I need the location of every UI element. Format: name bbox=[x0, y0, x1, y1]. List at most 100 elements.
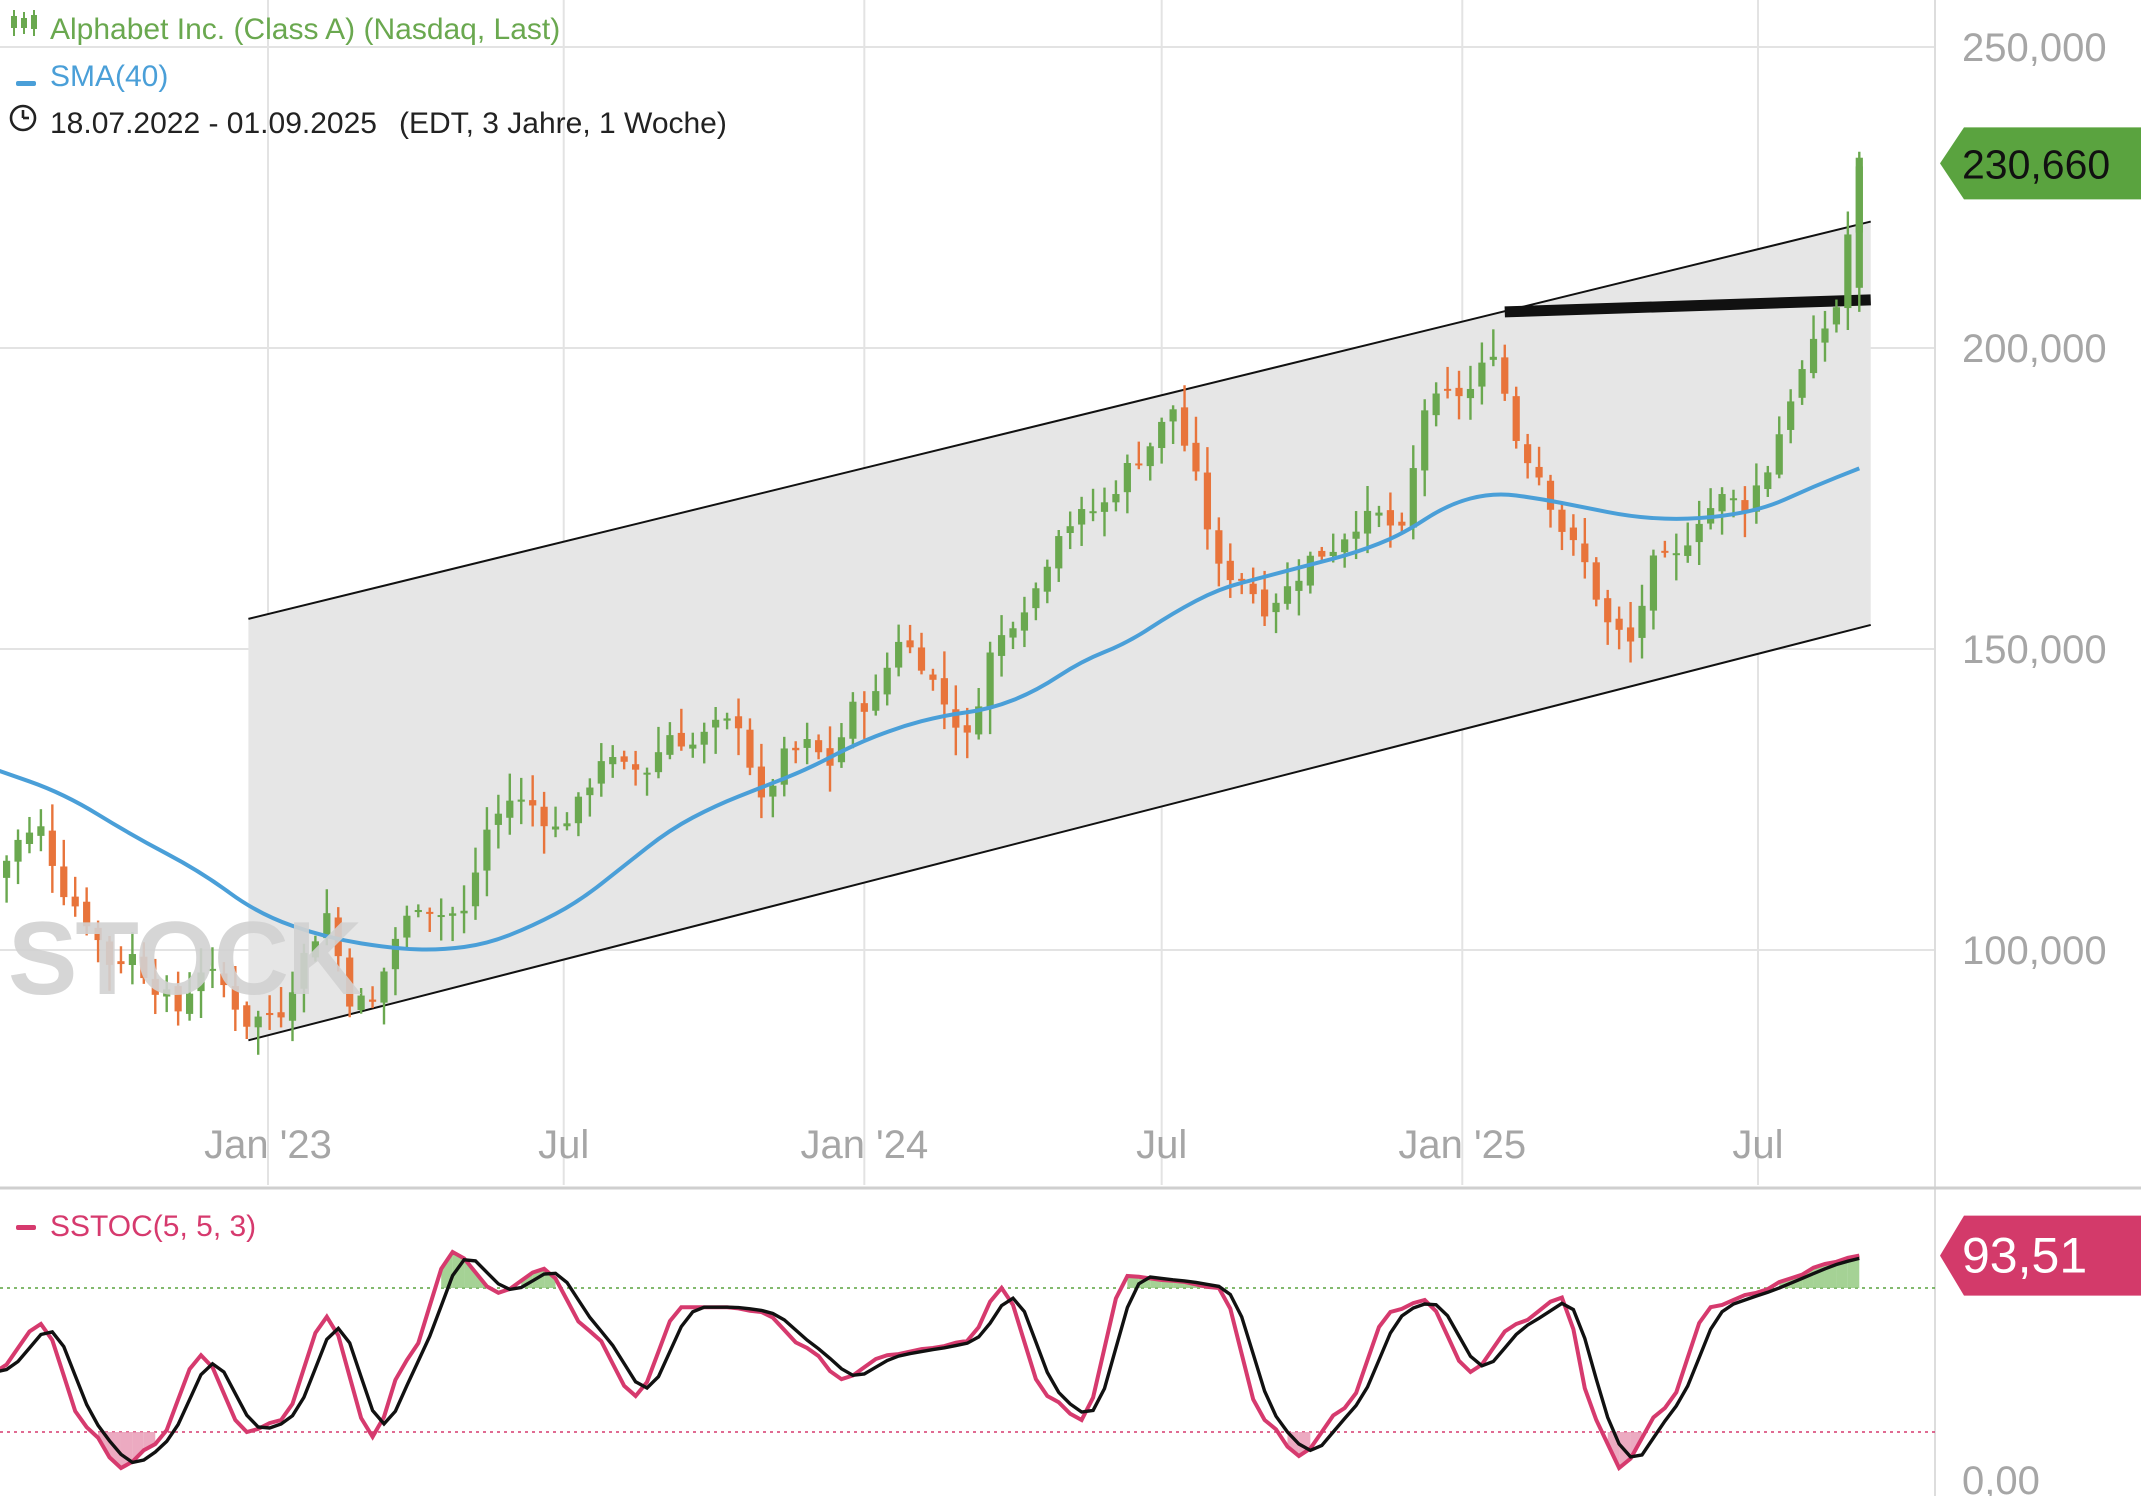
candle-down bbox=[1455, 387, 1463, 397]
candle-down bbox=[677, 732, 685, 747]
oscillator-value: 93,51 bbox=[1962, 1228, 2087, 1284]
candle-up bbox=[1352, 531, 1360, 539]
candle-up bbox=[1649, 555, 1658, 611]
candle-up bbox=[1718, 494, 1726, 512]
candle-down bbox=[1386, 510, 1395, 526]
candle-up bbox=[1432, 393, 1440, 416]
x-tick-label: Jul bbox=[1732, 1123, 1783, 1167]
candle-up bbox=[1272, 602, 1280, 613]
candle-up bbox=[1158, 421, 1166, 449]
candle-up bbox=[654, 752, 663, 773]
legend-period: 18.07.2022 - 01.09.2025 (EDT, 3 Jahre, 1… bbox=[8, 100, 727, 147]
candle-up bbox=[1306, 555, 1314, 586]
candle-down bbox=[1135, 463, 1143, 466]
candle-up bbox=[1466, 388, 1475, 399]
candle-down bbox=[1203, 472, 1212, 530]
candle-up bbox=[437, 915, 445, 918]
candle-up bbox=[1363, 510, 1372, 534]
candle-down bbox=[1512, 396, 1520, 441]
candle-down bbox=[929, 674, 937, 680]
candle-up bbox=[403, 915, 411, 938]
candle-down bbox=[1581, 543, 1589, 563]
candle-down bbox=[1558, 509, 1566, 532]
candle-down bbox=[368, 999, 377, 1002]
stochastic-line-icon bbox=[16, 1224, 36, 1230]
candle-up bbox=[769, 785, 777, 797]
candle-up bbox=[1409, 468, 1417, 528]
candle-up bbox=[25, 832, 34, 844]
chart-legend: Alphabet Inc. (Class A) (Nasdaq, Last) S… bbox=[8, 6, 727, 147]
candle-down bbox=[1261, 589, 1269, 617]
candle-up bbox=[1832, 307, 1841, 325]
candle-up bbox=[1638, 605, 1646, 638]
candle-down bbox=[814, 740, 823, 753]
candle-up bbox=[586, 787, 594, 796]
candle-down bbox=[1249, 583, 1257, 595]
candle-down bbox=[963, 725, 971, 733]
candle-up bbox=[1775, 434, 1783, 475]
candle-up bbox=[997, 635, 1006, 656]
stochastic-panel: 0,00 bbox=[0, 1249, 2040, 1496]
y-tick-label: 250,000 bbox=[1962, 26, 2107, 70]
candle-down bbox=[60, 866, 68, 898]
candle-up bbox=[1809, 338, 1818, 374]
candle-up bbox=[1421, 410, 1429, 471]
candle-up bbox=[1764, 472, 1772, 490]
candle-up bbox=[895, 641, 903, 668]
candle-down bbox=[1398, 521, 1406, 526]
oscillator-legend[interactable]: SSTOC(5, 5, 3) bbox=[8, 1210, 256, 1244]
candle-up bbox=[414, 909, 422, 913]
candle-up bbox=[517, 799, 525, 802]
candle-up bbox=[1123, 463, 1131, 493]
candle-down bbox=[1180, 407, 1189, 446]
candle-up bbox=[1684, 545, 1692, 556]
clock-icon bbox=[8, 100, 50, 147]
candle-up bbox=[986, 652, 994, 708]
watermark: STOCK bbox=[8, 901, 362, 1017]
candle-up bbox=[1078, 509, 1086, 525]
candle-up bbox=[1844, 234, 1852, 309]
candle-down bbox=[1661, 550, 1669, 553]
y-tick-label: 100,000 bbox=[1962, 929, 2107, 973]
candle-up bbox=[1283, 586, 1292, 604]
candle-down bbox=[1626, 627, 1635, 642]
candle-up bbox=[1341, 539, 1349, 553]
candle-up bbox=[609, 757, 617, 765]
candle-up bbox=[643, 772, 651, 775]
x-tick-label: Jan '23 bbox=[204, 1123, 332, 1167]
x-tick-label: Jul bbox=[1136, 1123, 1187, 1167]
candle-down bbox=[1524, 444, 1532, 464]
candle-up bbox=[1089, 511, 1097, 514]
candle-down bbox=[1535, 466, 1543, 478]
candle-up bbox=[1020, 612, 1029, 631]
legend-instrument[interactable]: Alphabet Inc. (Class A) (Nasdaq, Last) bbox=[8, 6, 727, 53]
candle-down bbox=[906, 640, 914, 648]
candle-up bbox=[563, 823, 571, 827]
candle-up bbox=[1043, 566, 1051, 592]
candle-down bbox=[917, 647, 926, 671]
legend-sma[interactable]: SMA(40) bbox=[8, 53, 727, 100]
oscillator-zero-label: 0,00 bbox=[1962, 1459, 2040, 1496]
candle-down bbox=[1569, 527, 1577, 541]
candle-up bbox=[1489, 356, 1497, 360]
candle-up bbox=[849, 701, 857, 739]
candle-up bbox=[723, 718, 731, 721]
candle-up bbox=[666, 735, 674, 755]
candle-up bbox=[1009, 628, 1017, 638]
candle-up bbox=[574, 796, 583, 824]
candle-down bbox=[529, 800, 537, 806]
candle-up bbox=[883, 667, 891, 695]
candle-up bbox=[1729, 498, 1738, 501]
candle-up bbox=[380, 971, 388, 1003]
candle-up bbox=[872, 691, 880, 711]
candle-up bbox=[1169, 409, 1177, 422]
oscillator-label: SSTOC(5, 5, 3) bbox=[50, 1210, 257, 1243]
stochastic-k-line bbox=[0, 1249, 1860, 1472]
last-price-value: 230,660 bbox=[1962, 141, 2110, 187]
candle-up bbox=[1478, 362, 1486, 387]
candle-up bbox=[449, 913, 457, 916]
candle-up bbox=[471, 872, 480, 907]
candle-down bbox=[631, 764, 640, 770]
candle-up bbox=[37, 826, 45, 836]
candle-up bbox=[1375, 512, 1383, 516]
